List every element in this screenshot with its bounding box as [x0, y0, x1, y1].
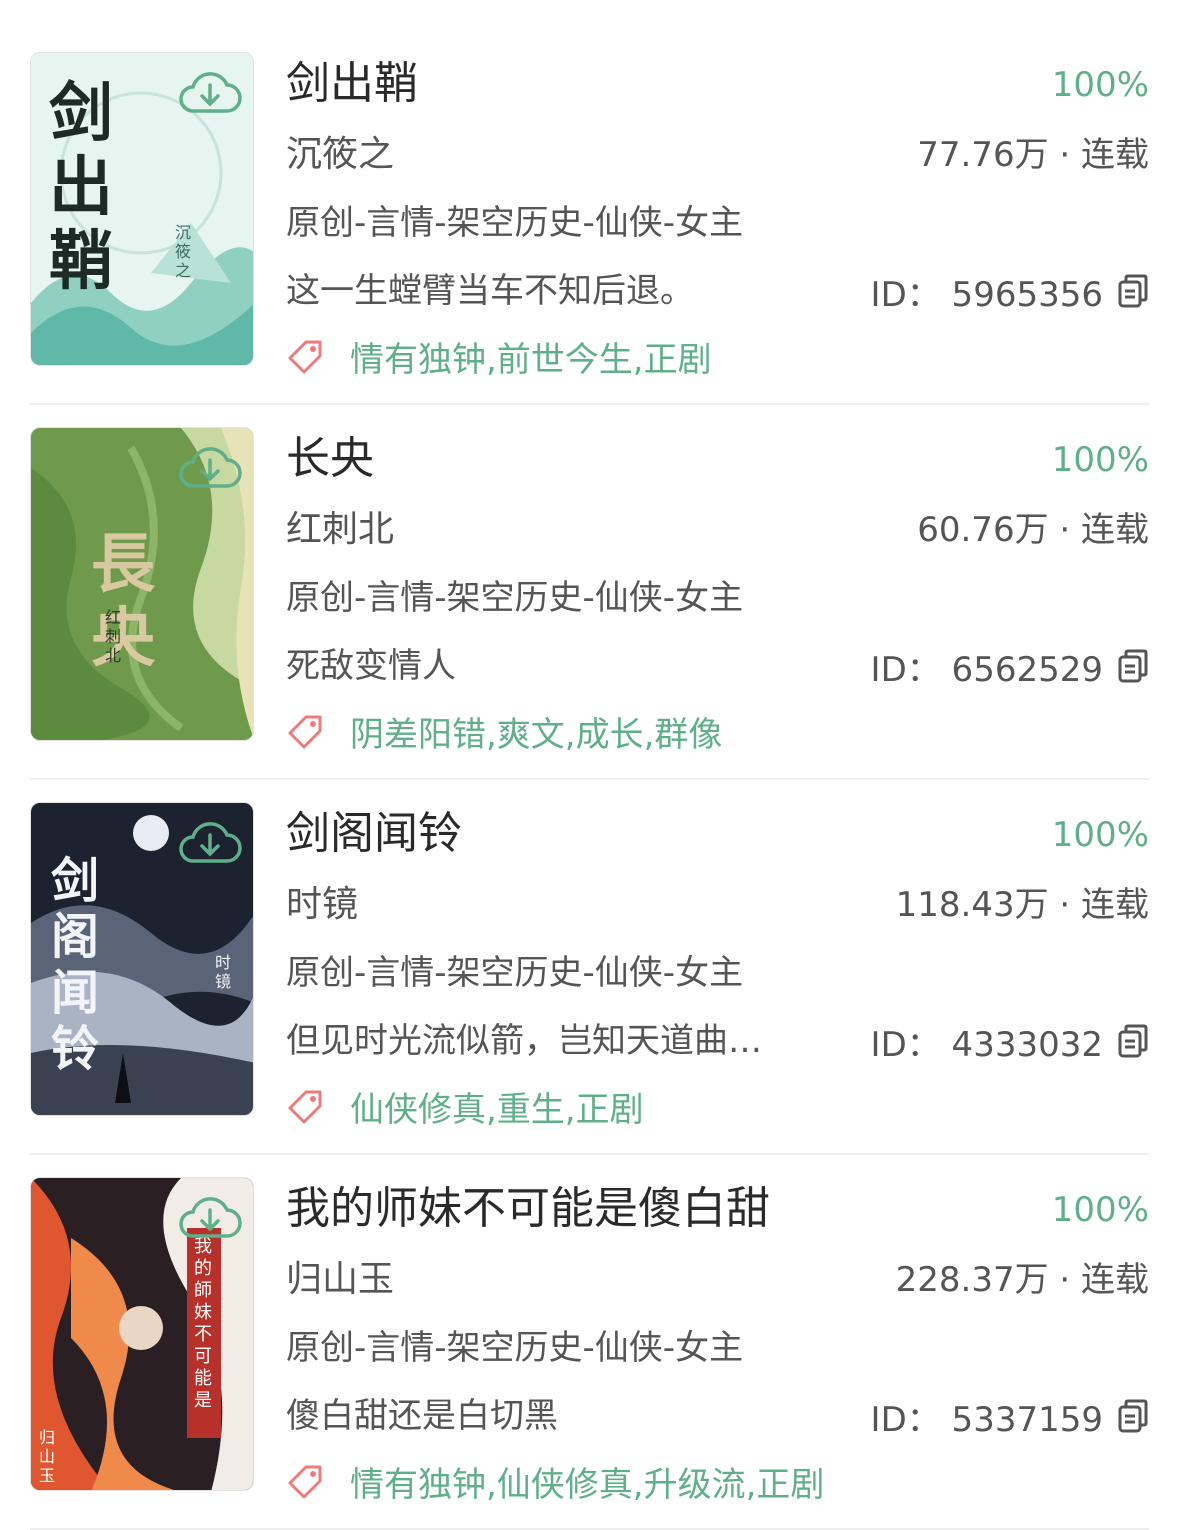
- tag-row: 仙侠修真,重生,正剧: [286, 1080, 644, 1132]
- copy-icon[interactable]: [1117, 273, 1149, 309]
- cloud-download-icon[interactable]: [177, 67, 243, 119]
- word-count-status: 60.76万 · 连载: [917, 510, 1149, 550]
- copy-icon[interactable]: [1117, 1398, 1149, 1434]
- book-tags[interactable]: 情有独钟,前世今生,正剧: [350, 332, 712, 381]
- book-category: 原创-言情-架空历史-仙侠-女主: [286, 953, 744, 993]
- cover-author: 归山玉: [39, 1428, 56, 1485]
- cover-author: 时镜: [215, 953, 232, 991]
- book-author[interactable]: 归山玉: [286, 1255, 394, 1305]
- book-blurb: 但见时光流似箭，岂知天道曲…: [286, 1021, 762, 1061]
- book-item[interactable]: 剑出鞘 沉筱之 剑出鞘 100% 沉筱之 77.76万 · 连载 原创-言情-架…: [30, 30, 1149, 405]
- cover-title: 長央: [91, 527, 155, 676]
- tag-icon: [288, 1465, 322, 1499]
- book-category: 原创-言情-架空历史-仙侠-女主: [286, 203, 744, 243]
- book-author[interactable]: 时镜: [286, 880, 358, 930]
- word-count-status: 118.43万 · 连载: [895, 885, 1149, 925]
- cloud-download-icon[interactable]: [177, 442, 243, 494]
- book-tags[interactable]: 阴差阳错,爽文,成长,群像: [350, 707, 722, 756]
- read-progress: 100%: [1051, 65, 1149, 105]
- book-tags[interactable]: 仙侠修真,重生,正剧: [350, 1082, 644, 1131]
- read-progress: 100%: [1051, 1190, 1149, 1230]
- tag-icon: [288, 715, 322, 749]
- book-cover[interactable]: 我的師妹不可能是 归山玉: [30, 1177, 254, 1491]
- book-title[interactable]: 剑阁闻铃: [286, 804, 462, 864]
- book-title[interactable]: 长央: [286, 429, 374, 489]
- copy-icon[interactable]: [1117, 648, 1149, 684]
- word-count-status: 228.37万 · 连载: [895, 1260, 1149, 1300]
- book-title[interactable]: 我的师妹不可能是傻白甜: [286, 1179, 770, 1239]
- read-progress: 100%: [1051, 815, 1149, 855]
- book-list: 剑出鞘 沉筱之 剑出鞘 100% 沉筱之 77.76万 · 连载 原创-言情-架…: [0, 0, 1179, 1530]
- book-item[interactable]: 我的師妹不可能是 归山玉 我的师妹不可能是傻白甜 100% 归山玉 228.37…: [30, 1155, 1149, 1530]
- cover-title: 剑阁闻铃: [51, 853, 100, 1077]
- book-cover[interactable]: 剑阁闻铃 时镜: [30, 802, 254, 1116]
- cloud-download-icon[interactable]: [177, 817, 243, 869]
- book-cover[interactable]: 剑出鞘 沉筱之: [30, 52, 254, 366]
- tag-icon: [288, 1090, 322, 1124]
- tag-row: 情有独钟,仙侠修真,升级流,正剧: [286, 1455, 824, 1507]
- cover-author: 沉筱之: [175, 223, 192, 280]
- cover-author: 红刺北: [105, 608, 122, 665]
- book-title[interactable]: 剑出鞘: [286, 54, 418, 114]
- book-id-text: ID： 5337159: [870, 1399, 1103, 1440]
- book-item[interactable]: 長央 红刺北 长央 100% 红刺北 60.76万 · 连载 原创-言情-架空历…: [30, 405, 1149, 780]
- read-progress: 100%: [1051, 440, 1149, 480]
- cover-title: 我的師妹不可能是: [194, 1236, 212, 1411]
- cloud-download-icon[interactable]: [177, 1192, 243, 1244]
- book-author[interactable]: 红刺北: [286, 505, 394, 555]
- book-id: ID： 5337159: [871, 1391, 1149, 1441]
- book-id: ID： 5965356: [871, 266, 1149, 316]
- book-id-text: ID： 5965356: [870, 274, 1103, 315]
- book-category: 原创-言情-架空历史-仙侠-女主: [286, 1328, 744, 1368]
- tag-row: 阴差阳错,爽文,成长,群像: [286, 705, 722, 757]
- book-author[interactable]: 沉筱之: [286, 130, 394, 180]
- book-tags[interactable]: 情有独钟,仙侠修真,升级流,正剧: [350, 1457, 824, 1506]
- book-blurb: 傻白甜还是白切黑: [286, 1396, 558, 1436]
- book-id-text: ID： 4333032: [870, 1024, 1103, 1065]
- copy-icon[interactable]: [1117, 1023, 1149, 1059]
- book-id-text: ID： 6562529: [870, 649, 1103, 690]
- book-id: ID： 4333032: [871, 1016, 1149, 1066]
- book-blurb: 死敌变情人: [286, 646, 456, 686]
- tag-row: 情有独钟,前世今生,正剧: [286, 330, 712, 382]
- book-item[interactable]: 剑阁闻铃 时镜 剑阁闻铃 100% 时镜 118.43万 · 连载 原创-言情-…: [30, 780, 1149, 1155]
- book-category: 原创-言情-架空历史-仙侠-女主: [286, 578, 744, 618]
- tag-icon: [288, 340, 322, 374]
- word-count-status: 77.76万 · 连载: [917, 135, 1149, 175]
- book-cover[interactable]: 長央 红刺北: [30, 427, 254, 741]
- cover-title: 剑出鞘: [49, 76, 113, 299]
- book-blurb: 这一生螳臂当车不知后退。: [286, 271, 694, 311]
- book-id: ID： 6562529: [871, 641, 1149, 691]
